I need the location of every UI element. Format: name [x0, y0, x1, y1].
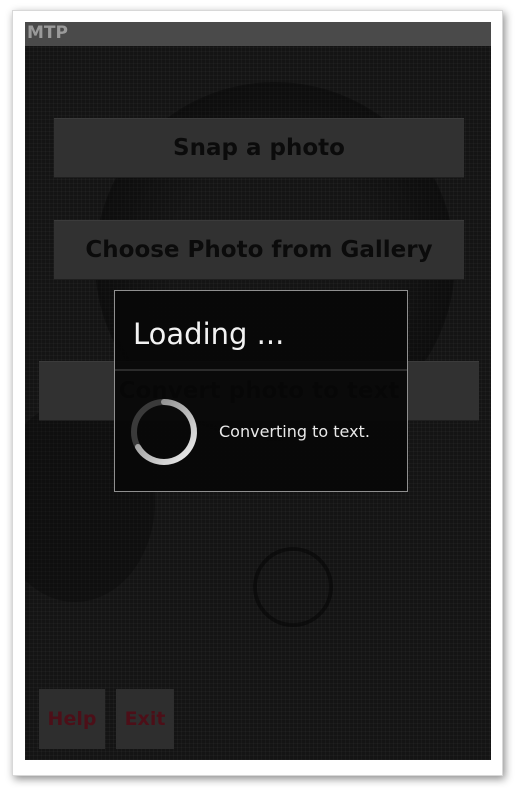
progress-spinner-icon: [131, 399, 197, 465]
dialog-title: Loading ...: [133, 317, 285, 351]
app-title: MTP: [27, 23, 68, 43]
loading-dialog: Loading ... Converting to text.: [114, 290, 408, 492]
dialog-divider: [115, 369, 407, 371]
app-screen: MTP Snap a photo Choose Photo from Galle…: [25, 22, 491, 760]
title-bar: MTP: [25, 22, 491, 46]
dialog-message: Converting to text.: [219, 422, 370, 441]
